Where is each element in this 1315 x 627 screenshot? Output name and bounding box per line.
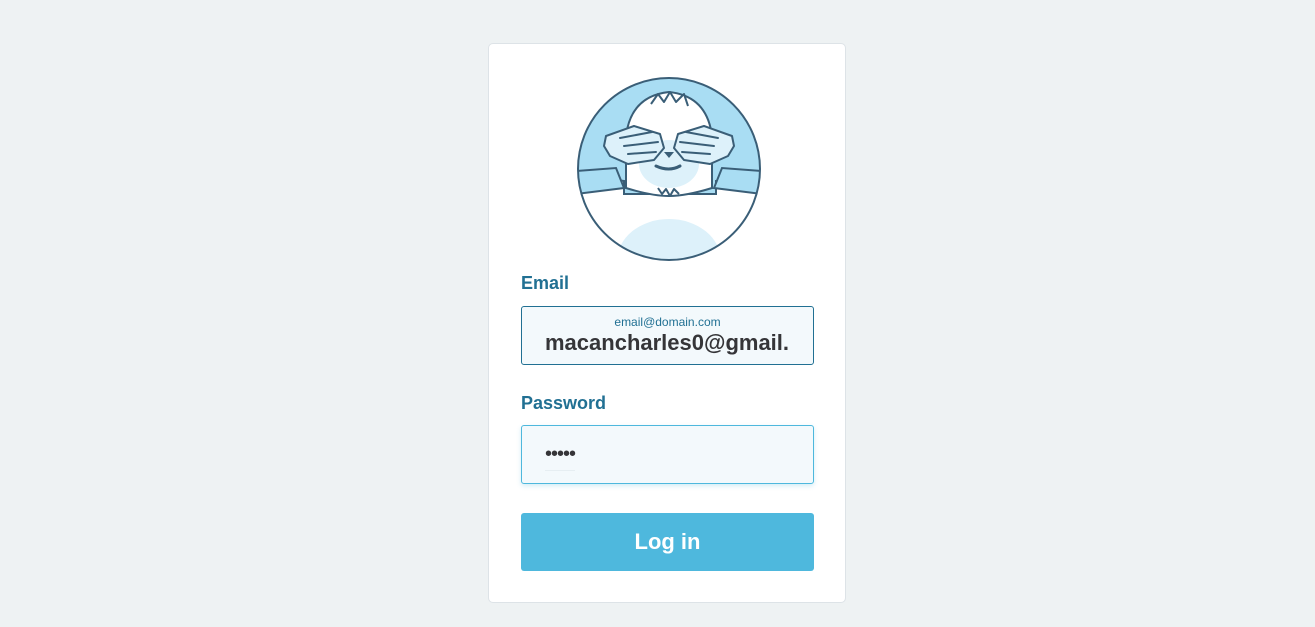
email-field[interactable]: email@domain.com macancharles0@gmail. — [521, 306, 814, 365]
email-value[interactable]: macancharles0@gmail. — [545, 330, 795, 356]
password-value[interactable]: ••••• — [545, 443, 576, 471]
yeti-covering-eyes-icon — [577, 77, 761, 261]
email-helper-text: email@domain.com — [614, 315, 721, 329]
login-card: Email email@domain.com macancharles0@gma… — [488, 43, 846, 603]
password-label: Password — [521, 393, 607, 413]
email-label: Email — [521, 273, 570, 293]
login-button[interactable]: Log in — [521, 513, 814, 571]
password-field[interactable]: ••••• — [521, 425, 814, 484]
